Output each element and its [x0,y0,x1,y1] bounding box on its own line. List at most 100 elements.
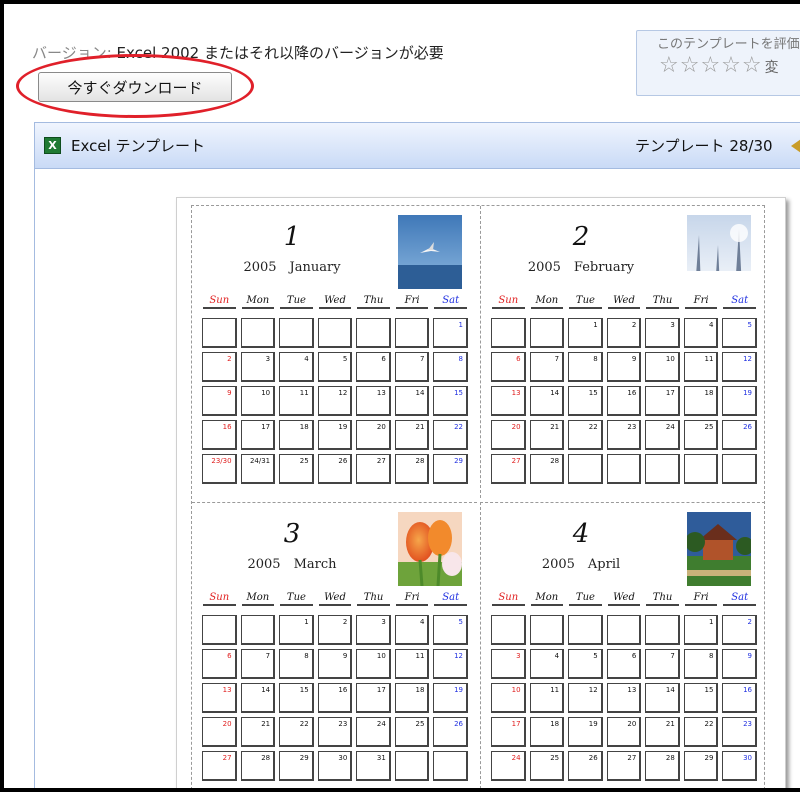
day-number: 4 [304,355,309,363]
day-cell: 2 [722,615,757,645]
month-2: 2 2005 February Sun Mon Tue Wed Thu Fri Sat 1 2 3 4 5… [480,206,765,498]
day-cell: 27 [356,454,391,484]
day-cell: 5 [317,352,353,382]
star-rating[interactable]: ☆☆☆☆☆ 変 [659,53,780,78]
day-number: 12 [338,389,348,397]
day-cell: 14 [240,683,276,713]
day-number: 23/30 [211,457,232,465]
day-cell: 7 [240,649,276,679]
day-cell: 17 [491,717,526,747]
day-number: 9 [227,389,232,397]
day-number: 11 [704,355,714,363]
day-number: 27 [376,457,386,465]
weekday-label: Wed [607,592,641,606]
day-cell: 7 [394,352,430,382]
day-cell: 20 [202,717,237,747]
day-cell: 25 [279,454,314,484]
day-cell: 4 [529,649,565,679]
day-cell [240,615,276,645]
day-cell: 29 [279,751,314,781]
previous-arrow-icon[interactable] [791,139,800,153]
version-text: Excel 2002 またはそれ以降のバージョンが必要 [116,44,444,62]
day-number: 3 [381,618,386,626]
weekday-label: Mon [241,592,275,606]
day-number: 21 [261,720,271,728]
day-number: 26 [743,423,752,431]
day-cell [529,615,565,645]
month-number: 2 [572,222,590,252]
weekday-label: Tue [569,295,602,309]
day-number: 23 [743,720,752,728]
day-cell: 27 [491,454,526,484]
month-year-label: 2005 February [527,260,635,275]
day-number: 14 [415,389,425,397]
day-cell [202,318,237,348]
month-year-label: 2005 January [243,260,341,275]
day-number: 10 [376,652,386,660]
day-number: 27 [511,457,521,465]
weekday-label: Sat [723,295,756,309]
day-cell: 11 [394,649,430,679]
day-cell: 6 [606,649,642,679]
day-cell: 17 [645,386,680,416]
day-cell: 30 [722,751,757,781]
weekday-label: Wed [607,295,641,309]
weekday-label: Sun [492,295,525,309]
day-number: 22 [588,423,598,431]
day-cell: 8 [568,352,603,382]
day-number: 6 [381,355,386,363]
day-number: 15 [454,389,463,397]
excel-icon: X [44,137,61,154]
day-number: 20 [511,423,521,431]
day-number: 14 [550,389,560,397]
day-number: 9 [631,355,637,363]
day-cell: 20 [356,420,391,450]
day-cell: 11 [529,683,565,713]
day-number: 24 [665,423,675,431]
day-number: 21 [415,423,425,431]
day-number: 16 [743,686,752,694]
day-number: 2 [227,355,232,363]
day-number: 13 [222,686,232,694]
day-cell: 1 [568,318,603,348]
day-cell: 15 [683,683,719,713]
day-cell: 17 [240,420,276,450]
day-cell [394,318,430,348]
day-cell: 30 [317,751,353,781]
star-icons[interactable]: ☆☆☆☆☆ [659,53,763,78]
day-cell: 20 [491,420,526,450]
tulip-flower-photo [398,512,462,587]
month-number: 4 [572,519,590,549]
house-garden-photo [685,512,754,586]
day-number: 21 [665,720,675,728]
day-cell: 28 [394,454,430,484]
day-number: 10 [511,686,521,694]
day-number: 11 [299,389,309,397]
day-cell: 6 [202,649,237,679]
day-cell: 24 [645,420,680,450]
day-number: 18 [415,686,425,694]
day-number: 25 [299,457,309,465]
day-cell: 18 [394,683,430,713]
day-number: 20 [376,423,386,431]
download-now-button[interactable]: 今すぐダウンロード [38,72,232,102]
month-number: 1 [283,222,301,252]
day-cell: 5 [433,615,468,645]
day-cell: 14 [394,386,430,416]
weekday-label: Thu [357,592,390,606]
day-cell [279,318,314,348]
day-number: 18 [550,720,560,728]
day-cell: 28 [240,751,276,781]
day-cell [606,615,642,645]
day-number: 16 [338,686,348,694]
day-cell: 19 [317,420,353,450]
day-number: 2 [747,618,752,626]
day-cell: 26 [568,751,603,781]
day-number: 17 [511,720,521,728]
day-number: 8 [593,355,598,363]
day-cell [645,454,680,484]
weekday-label: Fri [684,295,718,309]
day-number: 10 [665,355,675,363]
day-number: 16 [222,423,232,431]
day-cell: 22 [279,717,314,747]
